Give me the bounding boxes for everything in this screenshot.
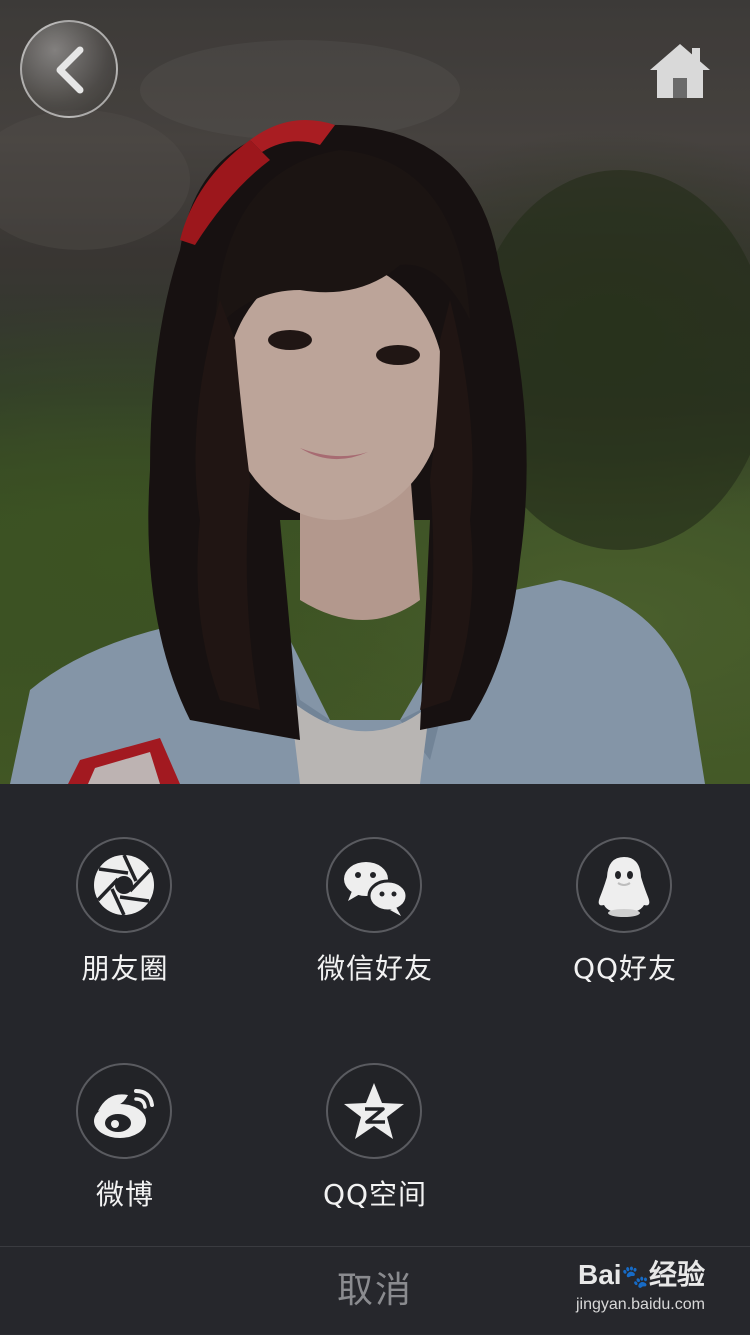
share-moments-circle [76, 837, 172, 933]
watermark-url: jingyan.baidu.com [576, 1296, 705, 1313]
moments-aperture-icon [94, 854, 154, 916]
share-wechat-button[interactable]: 微信好友 [275, 837, 475, 1017]
paw-icon: 🐾 [621, 1264, 649, 1289]
share-qzone-button[interactable]: QQ空间 [275, 1063, 475, 1243]
share-moments-button[interactable]: 朋友圈 [25, 837, 225, 1017]
background-photo [0, 0, 750, 784]
share-wechat-circle [326, 837, 422, 933]
share-panel: 朋友圈 微信好友 QQ好友 微博 QQ空间 [0, 784, 750, 1246]
share-weibo-circle [76, 1063, 172, 1159]
qzone-star-icon [344, 1083, 404, 1139]
share-wechat-label: 微信好友 [316, 952, 433, 985]
share-moments-label: 朋友圈 [81, 952, 169, 985]
cancel-button[interactable]: 取消 [275, 1247, 475, 1335]
wechat-icon [344, 862, 409, 916]
share-qq-button[interactable]: QQ好友 [525, 837, 725, 1017]
watermark-logo: Bai🐾经验 [578, 1258, 705, 1294]
chevron-left-icon [56, 46, 84, 94]
qq-penguin-icon [598, 857, 650, 917]
watermark-logo-text-2: 经验 [648, 1259, 705, 1290]
share-weibo-button[interactable]: 微博 [25, 1063, 225, 1243]
share-qzone-label: QQ空间 [322, 1178, 428, 1211]
share-qzone-circle [326, 1063, 422, 1159]
share-qq-circle [576, 837, 672, 933]
share-weibo-label: 微博 [95, 1178, 154, 1211]
watermark-logo-text: Bai [578, 1259, 622, 1290]
home-button[interactable] [648, 42, 712, 100]
share-qq-label: QQ好友 [572, 952, 678, 985]
home-icon [650, 44, 710, 98]
back-button[interactable] [20, 20, 118, 118]
baidu-jingyan-watermark: Bai🐾经验 jingyan.baidu.com [572, 1258, 712, 1322]
weibo-icon [94, 1089, 154, 1138]
